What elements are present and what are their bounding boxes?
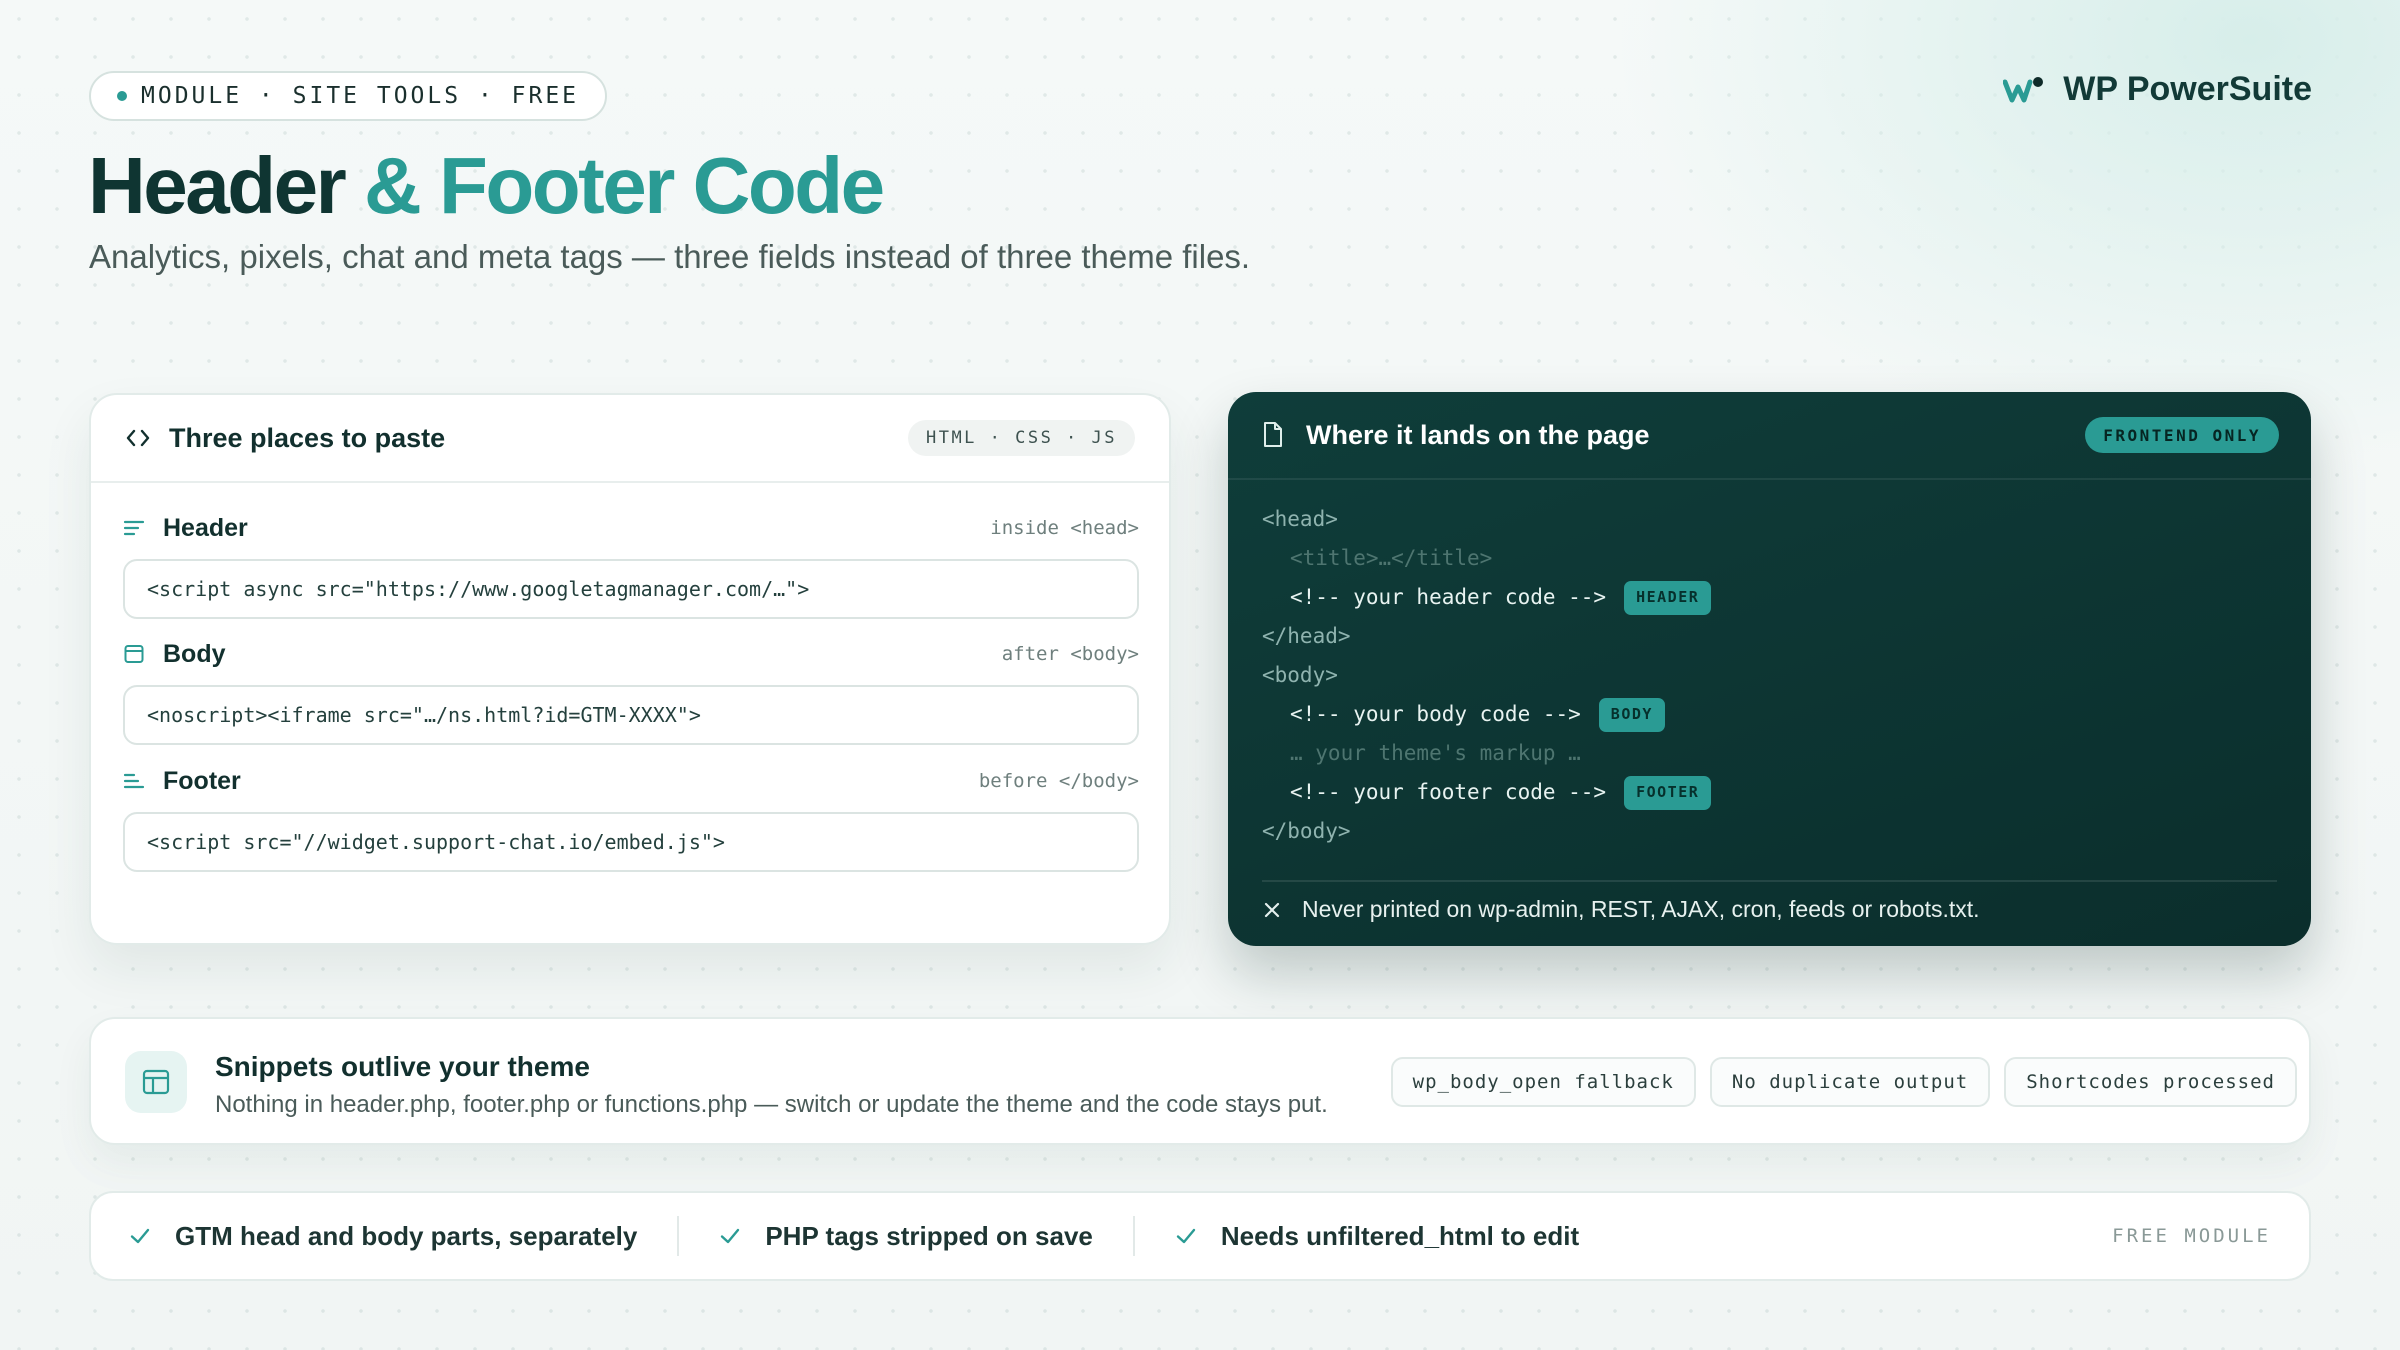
page-title-accent: & Footer Code xyxy=(363,141,885,230)
code-head-close: </head> xyxy=(1262,624,1351,648)
brand-name: WP PowerSuite xyxy=(2063,70,2312,108)
page-subtitle: Analytics, pixels, chat and meta tags — … xyxy=(89,238,1251,275)
separator xyxy=(677,1216,680,1256)
frontend-only-pill: FRONTEND ONLY xyxy=(2085,417,2279,453)
page-title: Header & Footer Code xyxy=(88,140,885,232)
layout-icon xyxy=(142,1069,170,1095)
footer-field-hint: before </body> xyxy=(978,770,1139,792)
chip-shortcodes: Shortcodes processed xyxy=(2004,1057,2297,1107)
feature-unfiltered-html-text: Needs unfiltered_html to edit xyxy=(1220,1220,1580,1251)
code-footer-comment: <!-- your footer code --> xyxy=(1290,780,1607,804)
snippets-title: Snippets outlive your theme xyxy=(215,1051,590,1082)
output-preview-card-title: Where it lands on the page xyxy=(1306,419,1650,450)
chip-no-duplicate: No duplicate output xyxy=(1709,1057,1991,1107)
close-icon xyxy=(1264,902,1280,917)
brand-logo-icon xyxy=(2003,76,2044,102)
module-pill-label: MODULE · SITE TOOLS · FREE xyxy=(141,83,580,109)
body-field: Body after <body> <noscript><iframe src=… xyxy=(123,639,1139,745)
chip-wp-body-open: wp_body_open fallback xyxy=(1390,1057,1696,1107)
document-icon xyxy=(1264,422,1282,447)
feature-gtm: GTM head and body parts, separately xyxy=(129,1221,637,1252)
exclusion-note-text: Never printed on wp-admin, REST, AJAX, c… xyxy=(1302,896,1980,922)
output-preview-card-header: Where it lands on the page FRONTEND ONLY xyxy=(1228,392,2311,480)
snippets-card: Snippets outlive your theme Nothing in h… xyxy=(89,1017,2311,1145)
window-icon xyxy=(124,645,144,663)
header-code-input[interactable]: <script async src="https://www.googletag… xyxy=(123,559,1139,619)
output-preview-card: Where it lands on the page FRONTEND ONLY… xyxy=(1228,392,2311,946)
code-body-close: </body> xyxy=(1262,819,1351,843)
features-bar: GTM head and body parts, separately PHP … xyxy=(89,1191,2311,1281)
page-title-main: Header xyxy=(88,141,347,230)
feature-unfiltered-html: Needs unfiltered_html to edit xyxy=(1175,1221,1579,1252)
code-head-open: <head> xyxy=(1262,507,1338,531)
snippets-description: Nothing in header.php, footer.php or fun… xyxy=(215,1091,1328,1118)
footer-field-label: Footer xyxy=(163,766,241,795)
feature-gtm-text: GTM head and body parts, separately xyxy=(175,1220,638,1251)
divider xyxy=(1262,880,2277,882)
module-pill: MODULE · SITE TOOLS · FREE xyxy=(89,71,608,121)
align-bottom-icon xyxy=(123,773,145,789)
header-field: Header inside <head> <script async src="… xyxy=(123,513,1139,619)
language-pill: HTML · CSS · JS xyxy=(907,420,1135,456)
footer-code-input[interactable]: <script src="//widget.support-chat.io/em… xyxy=(123,812,1139,872)
body-badge: BODY xyxy=(1598,697,1665,732)
exclusion-note: Never printed on wp-admin, REST, AJAX, c… xyxy=(1262,896,1980,923)
separator xyxy=(1132,1216,1135,1256)
code-markup-line: … your theme's markup … xyxy=(1290,741,1581,765)
header-badge: HEADER xyxy=(1624,580,1712,615)
body-code-input[interactable]: <noscript><iframe src="…/ns.html?id=GTM-… xyxy=(123,685,1139,745)
code-title-line: <title>…</title> xyxy=(1290,546,1493,570)
layout-icon-wrap xyxy=(125,1051,187,1113)
feature-php-stripped-text: PHP tags stripped on save xyxy=(765,1220,1093,1251)
code-header-comment: <!-- your header code --> xyxy=(1290,585,1607,609)
code-brackets-icon xyxy=(126,429,150,447)
check-icon xyxy=(1176,1228,1196,1244)
status-dot xyxy=(117,91,127,101)
check-icon xyxy=(130,1228,150,1244)
footer-badge: FOOTER xyxy=(1624,775,1712,810)
header-field-hint: inside <head> xyxy=(990,517,1139,539)
body-field-hint: after <body> xyxy=(1001,643,1139,665)
feature-php-stripped: PHP tags stripped on save xyxy=(719,1221,1093,1252)
free-module-label: FREE MODULE xyxy=(2112,1225,2271,1247)
brand[interactable]: WP PowerSuite xyxy=(2003,70,2312,109)
header-field-label: Header xyxy=(163,513,248,542)
paste-fields-card: Three places to paste HTML · CSS · JS He… xyxy=(89,393,1171,945)
code-preview: <head> <title>…</title> <!-- your header… xyxy=(1262,500,1712,851)
paste-fields-card-header: Three places to paste HTML · CSS · JS xyxy=(91,395,1169,483)
footer-field: Footer before </body> <script src="//wid… xyxy=(123,766,1139,872)
code-body-open: <body> xyxy=(1262,663,1338,687)
check-icon xyxy=(721,1228,740,1244)
paste-fields-card-title: Three places to paste xyxy=(169,422,446,453)
code-body-comment: <!-- your body code --> xyxy=(1290,702,1581,726)
align-left-icon xyxy=(123,520,145,536)
feature-chips: wp_body_open fallback No duplicate outpu… xyxy=(1390,1057,2297,1107)
body-field-label: Body xyxy=(163,639,226,668)
